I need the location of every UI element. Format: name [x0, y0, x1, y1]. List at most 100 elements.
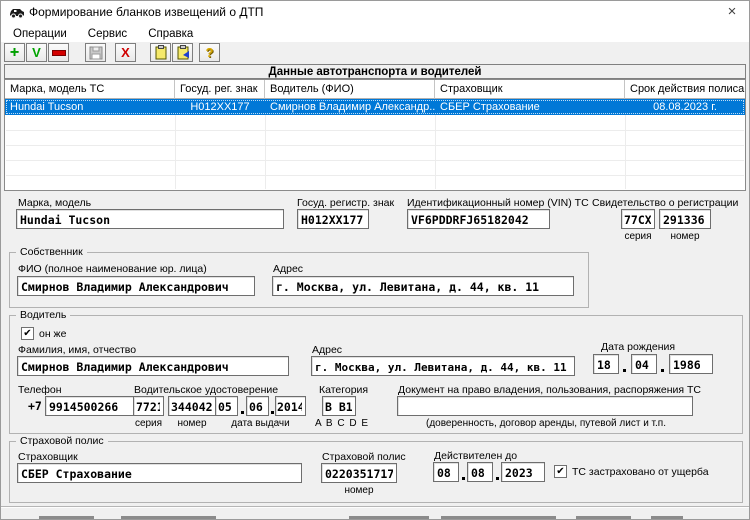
- checkmark-icon: V: [32, 45, 41, 60]
- column-header-make[interactable]: Марка, модель ТС: [5, 80, 175, 99]
- column-header-plate[interactable]: Госуд. рег. знак: [175, 80, 265, 99]
- driver-address-input[interactable]: [311, 356, 575, 376]
- car-icon: [10, 9, 24, 19]
- menu-bar: Операции Сервис Справка: [1, 25, 749, 42]
- valid-year-input[interactable]: [501, 462, 545, 482]
- cell-validity: 08.08.2023 г.: [653, 101, 717, 113]
- grid-line: [175, 115, 176, 189]
- date-separator: [241, 411, 244, 414]
- cell-make: Hundai Tucson: [10, 101, 84, 113]
- minus-icon: [51, 49, 66, 56]
- date-separator: [661, 369, 664, 372]
- birth-year-input[interactable]: [669, 354, 713, 374]
- driver-name-input[interactable]: [17, 356, 289, 376]
- clipboard-arrow-icon: [177, 45, 189, 60]
- birth-day-input[interactable]: [593, 354, 619, 374]
- policy-number-caption: номер: [344, 485, 374, 496]
- same-person-checkbox[interactable]: ✔: [21, 327, 34, 340]
- owner-group-label: Собственник: [16, 246, 87, 258]
- date-separator: [462, 477, 465, 480]
- title-bar: Формирование бланков извещений о ДТП ×: [1, 1, 749, 25]
- insurer-input[interactable]: [17, 463, 302, 483]
- cell-insurer: СБЕР Страхование: [440, 101, 540, 113]
- vin-input[interactable]: [407, 209, 550, 229]
- cropped-text-artifact: [651, 516, 683, 519]
- phone-label: Телефон: [18, 384, 62, 396]
- license-series-caption: серия: [134, 418, 163, 429]
- column-header-insurer[interactable]: Страховщик: [435, 80, 625, 99]
- cert-series-caption: серия: [624, 231, 652, 242]
- menu-operations[interactable]: Операции: [10, 28, 70, 40]
- owner-address-input[interactable]: [272, 276, 574, 296]
- grid-line: [435, 115, 436, 189]
- add-record-button[interactable]: +: [4, 43, 25, 62]
- floppy-disk-icon: [89, 46, 102, 59]
- owner-address-label: Адрес: [273, 263, 304, 275]
- panel-title: Данные автотранспорта и водителей: [4, 64, 746, 79]
- license-issue-year-input[interactable]: [275, 396, 306, 416]
- license-number-input[interactable]: [168, 396, 216, 416]
- save-button[interactable]: [85, 43, 106, 62]
- make-input[interactable]: [16, 209, 284, 229]
- policy-group-label: Страховой полис: [16, 435, 108, 447]
- license-label: Водительское удостоверение: [134, 384, 279, 396]
- clipboard-icon: [155, 45, 166, 60]
- column-header-validity[interactable]: Срок действия полиса: [625, 80, 745, 99]
- cert-series-input[interactable]: [621, 209, 655, 229]
- cancel-button[interactable]: X: [115, 43, 136, 62]
- menu-help[interactable]: Справка: [145, 28, 196, 40]
- cropped-text-artifact: [349, 516, 429, 519]
- check-icon: ✔: [23, 328, 32, 339]
- cert-number-input[interactable]: [659, 209, 711, 229]
- birth-month-input[interactable]: [631, 354, 657, 374]
- ownership-doc-input[interactable]: [397, 396, 693, 416]
- license-series-input[interactable]: [133, 396, 164, 416]
- phone-prefix: +7: [28, 399, 42, 413]
- license-number-caption: номер: [177, 418, 207, 429]
- driver-address-label: Адрес: [312, 344, 343, 356]
- cropped-text-artifact: [121, 516, 216, 519]
- policy-number-input[interactable]: [321, 463, 397, 483]
- driver-name-label: Фамилия, имя, отчество: [18, 344, 137, 356]
- ownership-doc-hint: (доверенность, договор аренды, путевой л…: [426, 418, 666, 429]
- grid-line: [6, 160, 744, 161]
- grid-line: [265, 115, 266, 189]
- plate-input[interactable]: [297, 209, 369, 229]
- category-label: Категория: [319, 384, 369, 396]
- valid-day-input[interactable]: [433, 462, 459, 482]
- grid-line: [6, 175, 744, 176]
- valid-until-label: Действителен до: [434, 450, 518, 462]
- date-separator: [623, 369, 626, 372]
- plus-icon: +: [9, 43, 20, 61]
- menu-service[interactable]: Сервис: [85, 28, 130, 40]
- category-input[interactable]: [322, 396, 356, 416]
- make-label: Марка, модель: [18, 197, 92, 209]
- cell-plate: Н012ХХ177: [190, 101, 250, 113]
- import-button[interactable]: [172, 43, 193, 62]
- delete-record-button[interactable]: [48, 43, 69, 62]
- cropped-text-artifact: [576, 516, 631, 519]
- grid-line: [625, 115, 626, 189]
- grid-line: [6, 145, 744, 146]
- valid-month-input[interactable]: [467, 462, 493, 482]
- toolbar: + V X ?: [1, 42, 749, 63]
- table-row-selected[interactable]: Hundai Tucson Н012ХХ177 Смирнов Владимир…: [5, 99, 745, 115]
- ownership-doc-label: Документ на право владения, пользования,…: [398, 384, 701, 396]
- license-issue-day-input[interactable]: [215, 396, 238, 416]
- phone-input[interactable]: [45, 396, 145, 416]
- confirm-button[interactable]: V: [26, 43, 47, 62]
- plate-label: Госуд. регистр. знак: [297, 197, 395, 209]
- cropped-text-artifact: [441, 516, 556, 519]
- divider: [1, 507, 749, 508]
- license-issue-month-input[interactable]: [246, 396, 269, 416]
- copy-button[interactable]: [150, 43, 171, 62]
- date-separator: [496, 477, 499, 480]
- birth-date-label: Дата рождения: [601, 341, 676, 353]
- owner-fio-input[interactable]: [17, 276, 255, 296]
- help-button[interactable]: ?: [199, 43, 220, 62]
- column-header-driver[interactable]: Водитель (ФИО): [265, 80, 435, 99]
- damage-insured-checkbox[interactable]: ✔: [554, 465, 567, 478]
- vehicles-table: Марка, модель ТС Госуд. рег. знак Водите…: [4, 79, 746, 191]
- close-button[interactable]: ×: [721, 2, 743, 22]
- cell-driver: Смирнов Владимир Александр...: [270, 101, 435, 113]
